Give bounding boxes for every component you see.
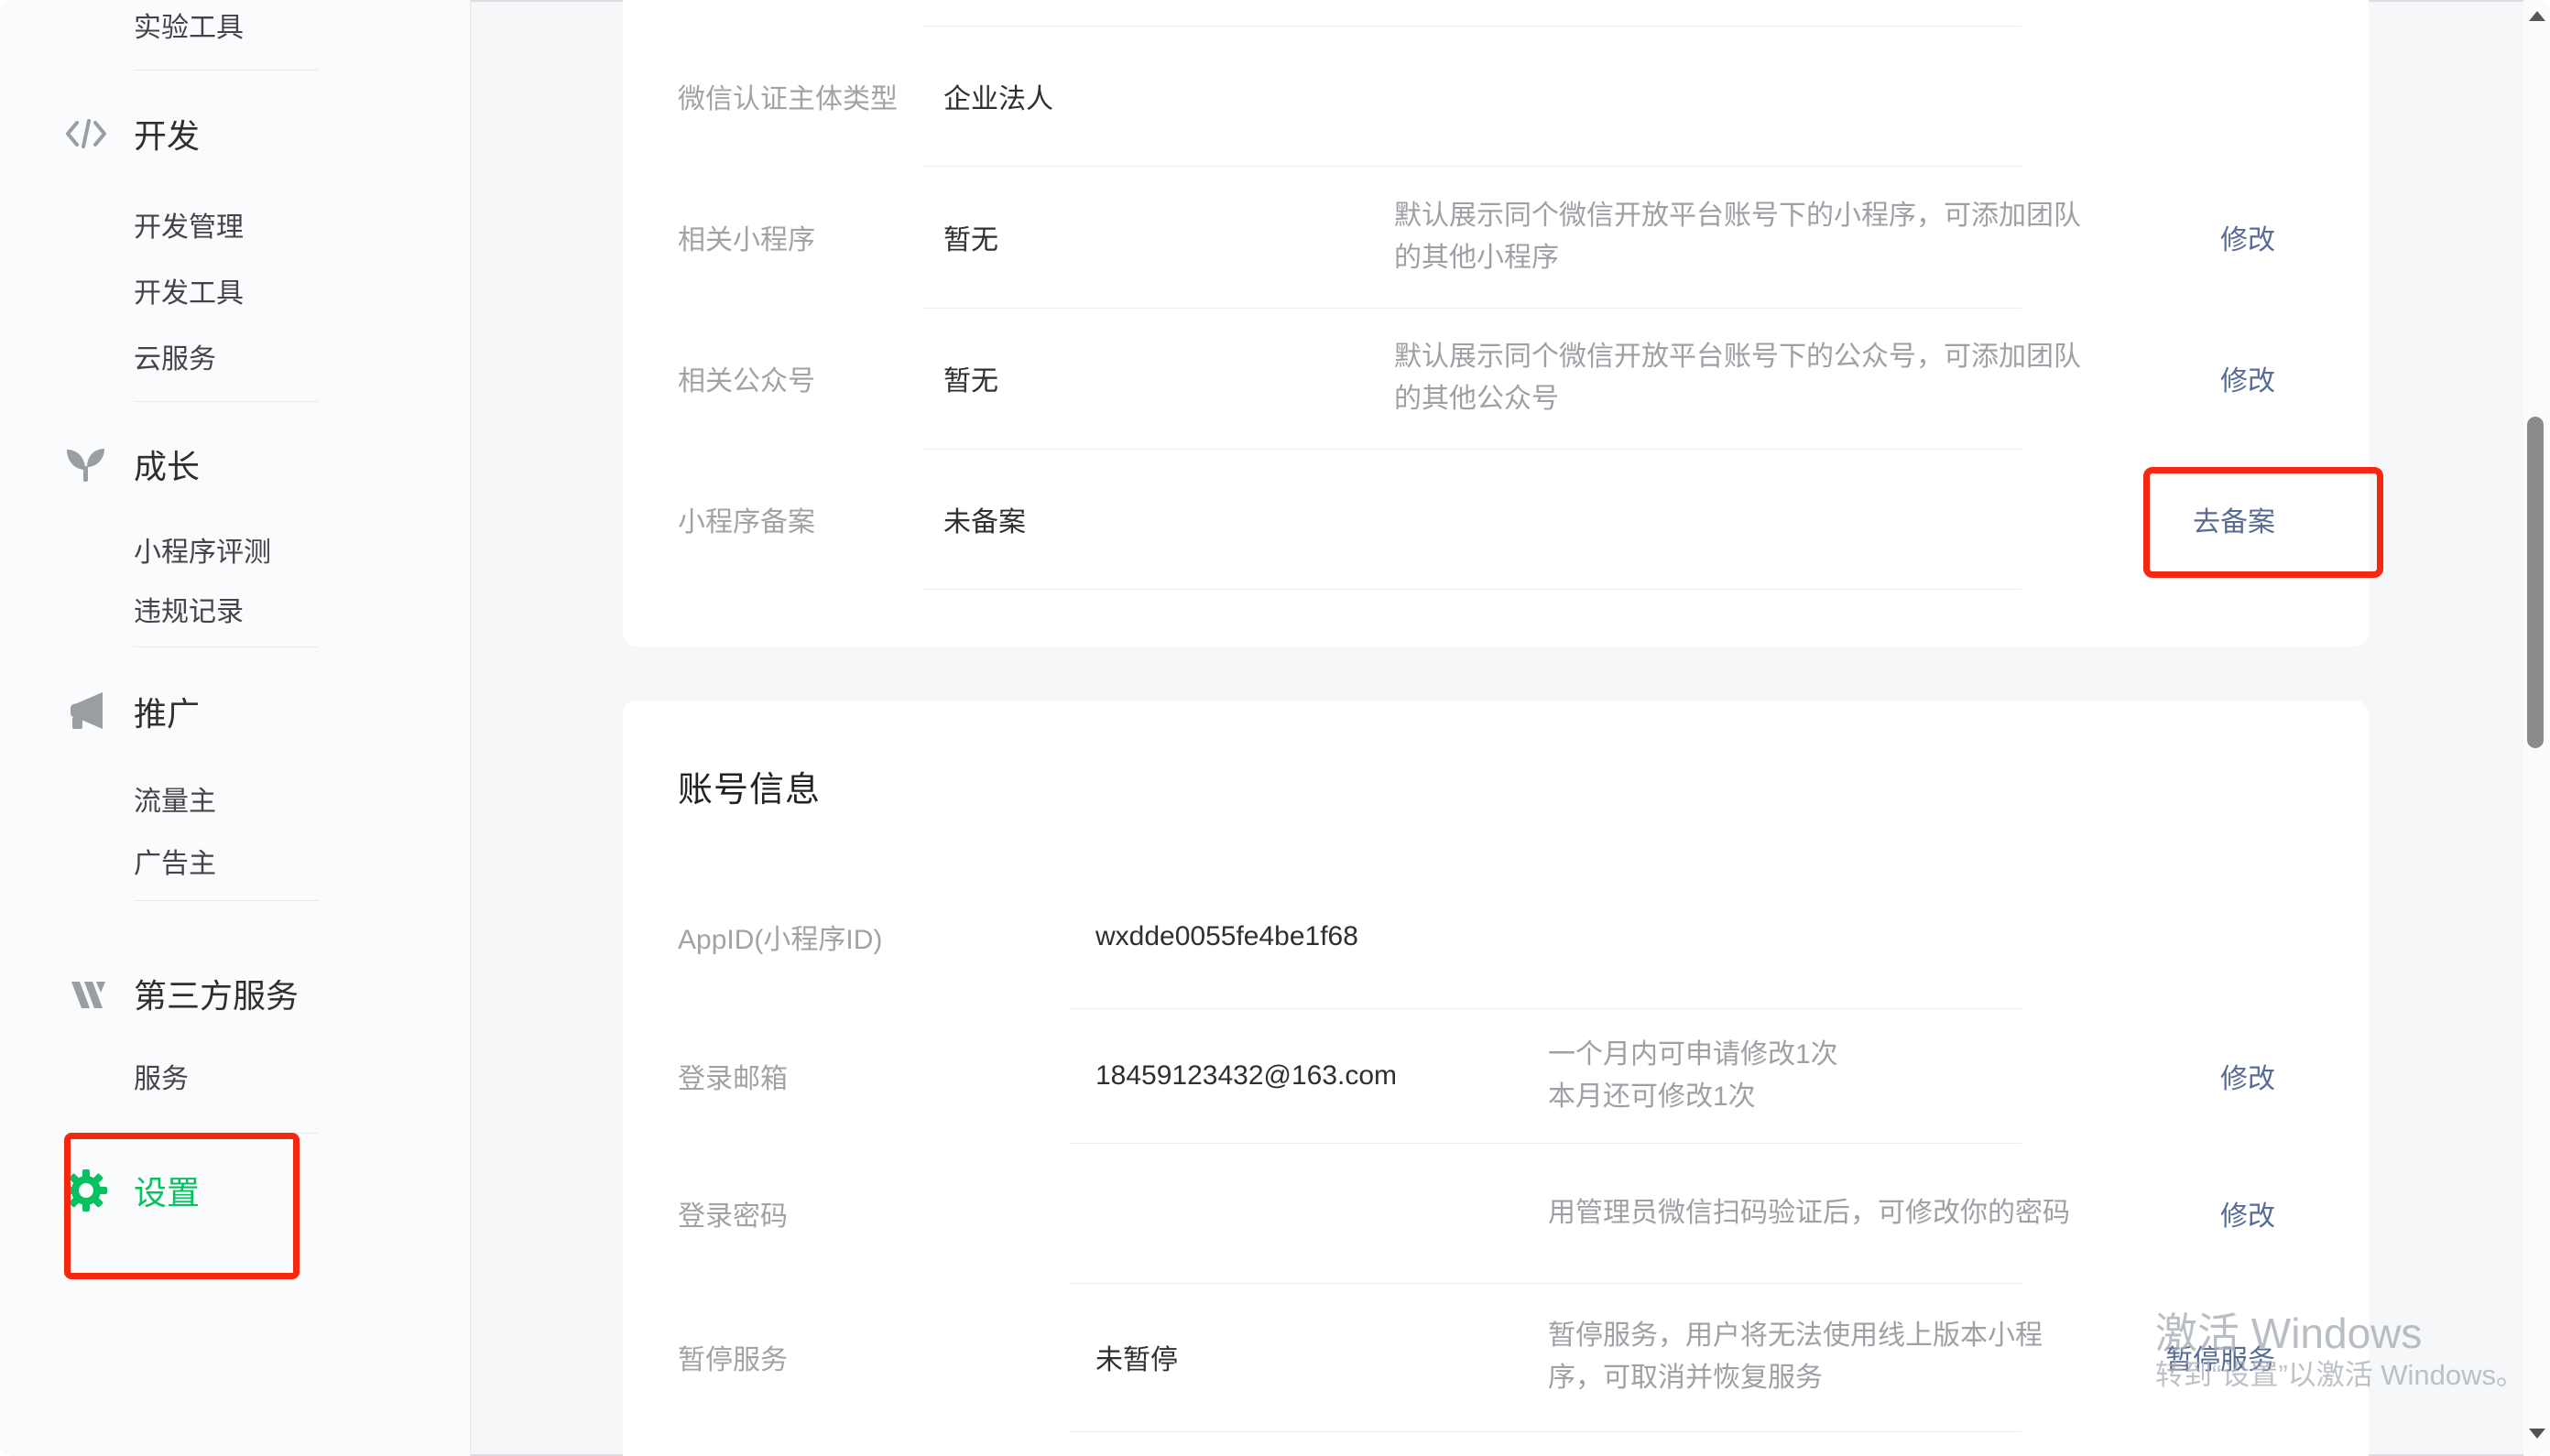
- sidebar-item-miniprogram-review[interactable]: 小程序评测: [0, 517, 470, 581]
- sidebar-item-traffic-owner[interactable]: 流量主: [0, 766, 470, 831]
- row-value: 暂无: [943, 358, 998, 398]
- row-description: 一个月内可申请修改1次 本月还可修改1次: [1548, 1034, 1838, 1118]
- sidebar-item-settings[interactable]: 设置: [0, 1158, 470, 1222]
- scrollbar-up-icon[interactable]: [2529, 11, 2545, 21]
- row-description: 暂停服务，用户将无法使用线上版本小程 序，可取消并恢复服务: [1548, 1315, 2043, 1399]
- scrollbar: [2523, 0, 2550, 1456]
- scrollbar-down-icon[interactable]: [2529, 1429, 2545, 1439]
- app-window: 实验工具 开发 开发管理 开发工具 云服务: [0, 0, 2550, 1456]
- gear-icon: [64, 1168, 108, 1212]
- sidebar-item-develop-manage[interactable]: 开发管理: [0, 192, 470, 256]
- pause-service-link[interactable]: 暂停服务: [2165, 1337, 2275, 1377]
- sidebar-divider: [134, 900, 318, 901]
- appid-value: wxdde0055fe4be1f68: [1095, 921, 1358, 952]
- row-pause-service: 暂停服务 未暂停 暂停服务，用户将无法使用线上版本小程 序，可取消并恢复服务 暂…: [623, 1283, 2369, 1431]
- sidebar-item-label: 第三方服务: [134, 970, 299, 1017]
- row-related-official-accounts: 相关公众号 暂无 默认展示同个微信开放平台账号下的公众号，可添加团队 的其他公众…: [623, 308, 2369, 449]
- row-description: 默认展示同个微信开放平台账号下的小程序，可添加团队 的其他小程序: [1394, 195, 2081, 279]
- sidebar-item-label: 推广: [134, 688, 200, 735]
- row-description: 默认展示同个微信开放平台账号下的公众号，可添加团队 的其他公众号: [1394, 336, 2081, 420]
- sidebar-item-label: 小程序评测: [134, 529, 271, 570]
- sidebar-item-label: 广告主: [134, 841, 216, 881]
- row-label: AppID(小程序ID): [678, 917, 882, 957]
- email-value: 18459123432@163.com: [1095, 1060, 1397, 1092]
- sidebar-item-third-party-service[interactable]: 第三方服务: [0, 962, 470, 1026]
- row-label: 相关公众号: [678, 358, 815, 398]
- sidebar-item-service[interactable]: 服务: [0, 1044, 470, 1108]
- sidebar-item-label: 开发管理: [134, 204, 244, 244]
- row-description: 用管理员微信扫码验证后，可修改你的密码: [1548, 1192, 2070, 1234]
- sidebar-item-advertiser[interactable]: 广告主: [0, 829, 470, 893]
- sidebar-item-label: 成长: [134, 440, 200, 488]
- sidebar-item-promotion[interactable]: 推广: [0, 679, 470, 744]
- sidebar-item-violation-records[interactable]: 违规记录: [0, 577, 470, 641]
- row-value: 未暂停: [1095, 1337, 1178, 1377]
- sidebar-divider: [134, 401, 318, 402]
- sidebar-item-label: 实验工具: [134, 5, 244, 45]
- scrollbar-thumb[interactable]: [2527, 417, 2544, 748]
- row-login-password: 登录密码 用管理员微信扫码验证后，可修改你的密码 修改: [623, 1143, 2369, 1283]
- sidebar-item-label: 开发工具: [134, 270, 244, 310]
- row-divider: [923, 589, 2021, 590]
- modify-link[interactable]: 修改: [2220, 1193, 2275, 1233]
- row-appid: AppID(小程序ID) wxdde0055fe4be1f68: [623, 865, 2369, 1008]
- row-label: 暂停服务: [678, 1337, 788, 1377]
- row-divider: [1070, 1431, 2021, 1432]
- card-title: 账号信息: [678, 751, 821, 820]
- sidebar-item-label: 违规记录: [134, 589, 244, 629]
- sidebar-item-label: 设置: [134, 1167, 200, 1214]
- sidebar-item-label: 流量主: [134, 778, 216, 819]
- sidebar-item-develop-tools[interactable]: 开发工具: [0, 258, 470, 322]
- sidebar-item-growth[interactable]: 成长: [0, 432, 470, 496]
- row-label: 相关小程序: [678, 217, 815, 257]
- megaphone-icon: [64, 690, 108, 733]
- row-label: 微信认证主体类型: [678, 76, 898, 116]
- sidebar-item-label: 云服务: [134, 336, 216, 376]
- row-value: 未备案: [943, 499, 1026, 539]
- sprout-icon: [64, 442, 108, 486]
- row-miniprogram-filing: 小程序备案 未备案 去备案: [623, 449, 2369, 589]
- account-info-card: 账号信息 AppID(小程序ID) wxdde0055fe4be1f68 登录邮…: [623, 701, 2369, 1456]
- miniprogram-info-card: 微信认证主体类型 企业法人 相关小程序 暂无 默认展示同个微信开放平台账号下的小…: [623, 0, 2369, 647]
- row-label: 小程序备案: [678, 499, 815, 539]
- row-value: 企业法人: [943, 76, 1053, 116]
- third-party-icon: [64, 972, 108, 1016]
- sidebar-item-develop[interactable]: 开发: [0, 102, 470, 166]
- sidebar-item-experiment-tools[interactable]: 实验工具: [0, 0, 470, 57]
- go-filing-link[interactable]: 去备案: [2193, 499, 2275, 539]
- sidebar-divider: [134, 70, 318, 71]
- sidebar-item-cloud-service[interactable]: 云服务: [0, 324, 470, 388]
- row-label: 登录邮箱: [678, 1056, 788, 1096]
- sidebar: 实验工具 开发 开发管理 开发工具 云服务: [0, 0, 471, 1456]
- code-icon: [64, 112, 108, 156]
- sidebar-item-label: 服务: [134, 1056, 189, 1096]
- row-related-miniprograms: 相关小程序 暂无 默认展示同个微信开放平台账号下的小程序，可添加团队 的其他小程…: [623, 166, 2369, 308]
- row-value: 暂无: [943, 217, 998, 257]
- row-label: 登录密码: [678, 1193, 788, 1233]
- sidebar-item-label: 开发: [134, 110, 200, 158]
- row-certification-type: 微信认证主体类型 企业法人: [623, 26, 2369, 166]
- row-login-email: 登录邮箱 18459123432@163.com 一个月内可申请修改1次 本月还…: [623, 1008, 2369, 1143]
- sidebar-divider: [134, 1133, 318, 1134]
- modify-link[interactable]: 修改: [2220, 358, 2275, 398]
- modify-link[interactable]: 修改: [2220, 1056, 2275, 1096]
- modify-link[interactable]: 修改: [2220, 217, 2275, 257]
